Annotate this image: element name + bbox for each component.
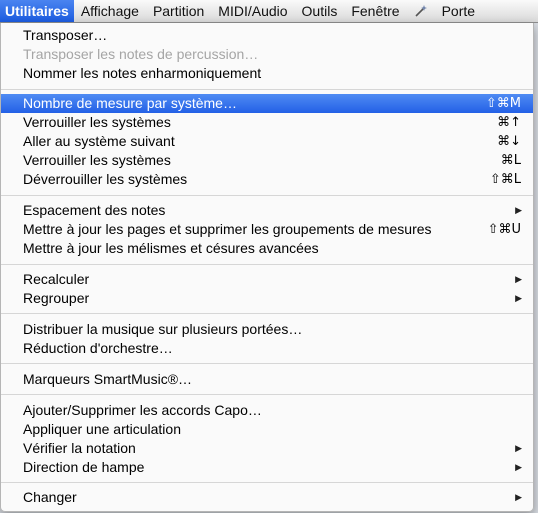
menu-item-articulation[interactable]: Appliquer une articulation xyxy=(1,420,533,439)
separator xyxy=(1,89,533,90)
separator xyxy=(1,313,533,314)
shortcut: ⌘↓ xyxy=(497,134,521,149)
magic-wand-icon[interactable] xyxy=(410,0,432,22)
submenu-arrow-icon: ▶ xyxy=(515,293,522,303)
shortcut: ⌘↑ xyxy=(497,115,521,130)
separator xyxy=(1,482,533,483)
menu-item-recalculate[interactable]: Recalculer ▶ xyxy=(1,270,533,289)
shortcut: ⇧⌘U xyxy=(487,222,521,237)
menu-item-stem-direction[interactable]: Direction de hampe ▶ xyxy=(1,458,533,477)
utilitaires-dropdown: Transposer… Transposer les notes de perc… xyxy=(0,23,534,512)
shortcut: ⇧⌘L xyxy=(489,172,521,187)
menu-item-check-notation[interactable]: Vérifier la notation ▶ xyxy=(1,439,533,458)
menu-item-capo[interactable]: Ajouter/Supprimer les accords Capo… xyxy=(1,401,533,420)
menu-item-change[interactable]: Changer ▶ xyxy=(1,488,533,507)
submenu-arrow-icon: ▶ xyxy=(515,443,522,453)
separator xyxy=(1,195,533,196)
menu-item-orchestra-reduction[interactable]: Réduction d'orchestre… xyxy=(1,339,533,358)
menu-item-smartmusic[interactable]: Marqueurs SmartMusic®… xyxy=(1,370,533,389)
separator xyxy=(1,394,533,395)
menu-item-unlock-systems[interactable]: Déverrouiller les systèmes ⇧⌘L xyxy=(1,170,533,189)
menu-item-update-melisma[interactable]: Mettre à jour les mélismes et césures av… xyxy=(1,239,533,258)
shortcut: ⌘L xyxy=(500,153,521,168)
separator xyxy=(1,363,533,364)
menu-item-next-system[interactable]: Aller au système suivant ⌘↓ xyxy=(1,132,533,151)
menu-midi-audio[interactable]: MIDI/Audio xyxy=(211,0,294,22)
menu-item-note-spacing[interactable]: Espacement des notes ▶ xyxy=(1,201,533,220)
menu-item-enharmonic[interactable]: Nommer les notes enharmoniquement xyxy=(1,64,533,83)
menu-item-measures-per-system[interactable]: Nombre de mesure par système… ⇧⌘M xyxy=(1,94,533,113)
menu-outils[interactable]: Outils xyxy=(295,0,345,22)
submenu-arrow-icon: ▶ xyxy=(515,274,522,284)
separator xyxy=(1,264,533,265)
menu-porte-truncated[interactable]: Porte xyxy=(435,0,482,22)
menu-partition[interactable]: Partition xyxy=(146,0,211,22)
menu-affichage[interactable]: Affichage xyxy=(74,0,146,22)
menu-item-lock-systems-2[interactable]: Verrouiller les systèmes ⌘L xyxy=(1,151,533,170)
menu-item-regroup[interactable]: Regrouper ▶ xyxy=(1,289,533,308)
menu-item-update-pages[interactable]: Mettre à jour les pages et supprimer les… xyxy=(1,220,533,239)
shortcut: ⇧⌘M xyxy=(485,96,521,111)
menu-utilitaires[interactable]: Utilitaires xyxy=(0,0,74,22)
menu-fenetre[interactable]: Fenêtre xyxy=(344,0,406,22)
menu-item-lock-systems[interactable]: Verrouiller les systèmes ⌘↑ xyxy=(1,113,533,132)
menu-item-transpose-percussion: Transposer les notes de percussion… xyxy=(23,46,259,62)
menu-bar: Utilitaires Affichage Partition MIDI/Aud… xyxy=(0,0,538,23)
menu-item-distribute[interactable]: Distribuer la musique sur plusieurs port… xyxy=(1,320,533,339)
submenu-arrow-icon: ▶ xyxy=(515,205,522,215)
menu-item-transpose[interactable]: Transposer… xyxy=(1,26,533,45)
submenu-arrow-icon: ▶ xyxy=(515,462,522,472)
submenu-arrow-icon: ▶ xyxy=(515,492,522,502)
